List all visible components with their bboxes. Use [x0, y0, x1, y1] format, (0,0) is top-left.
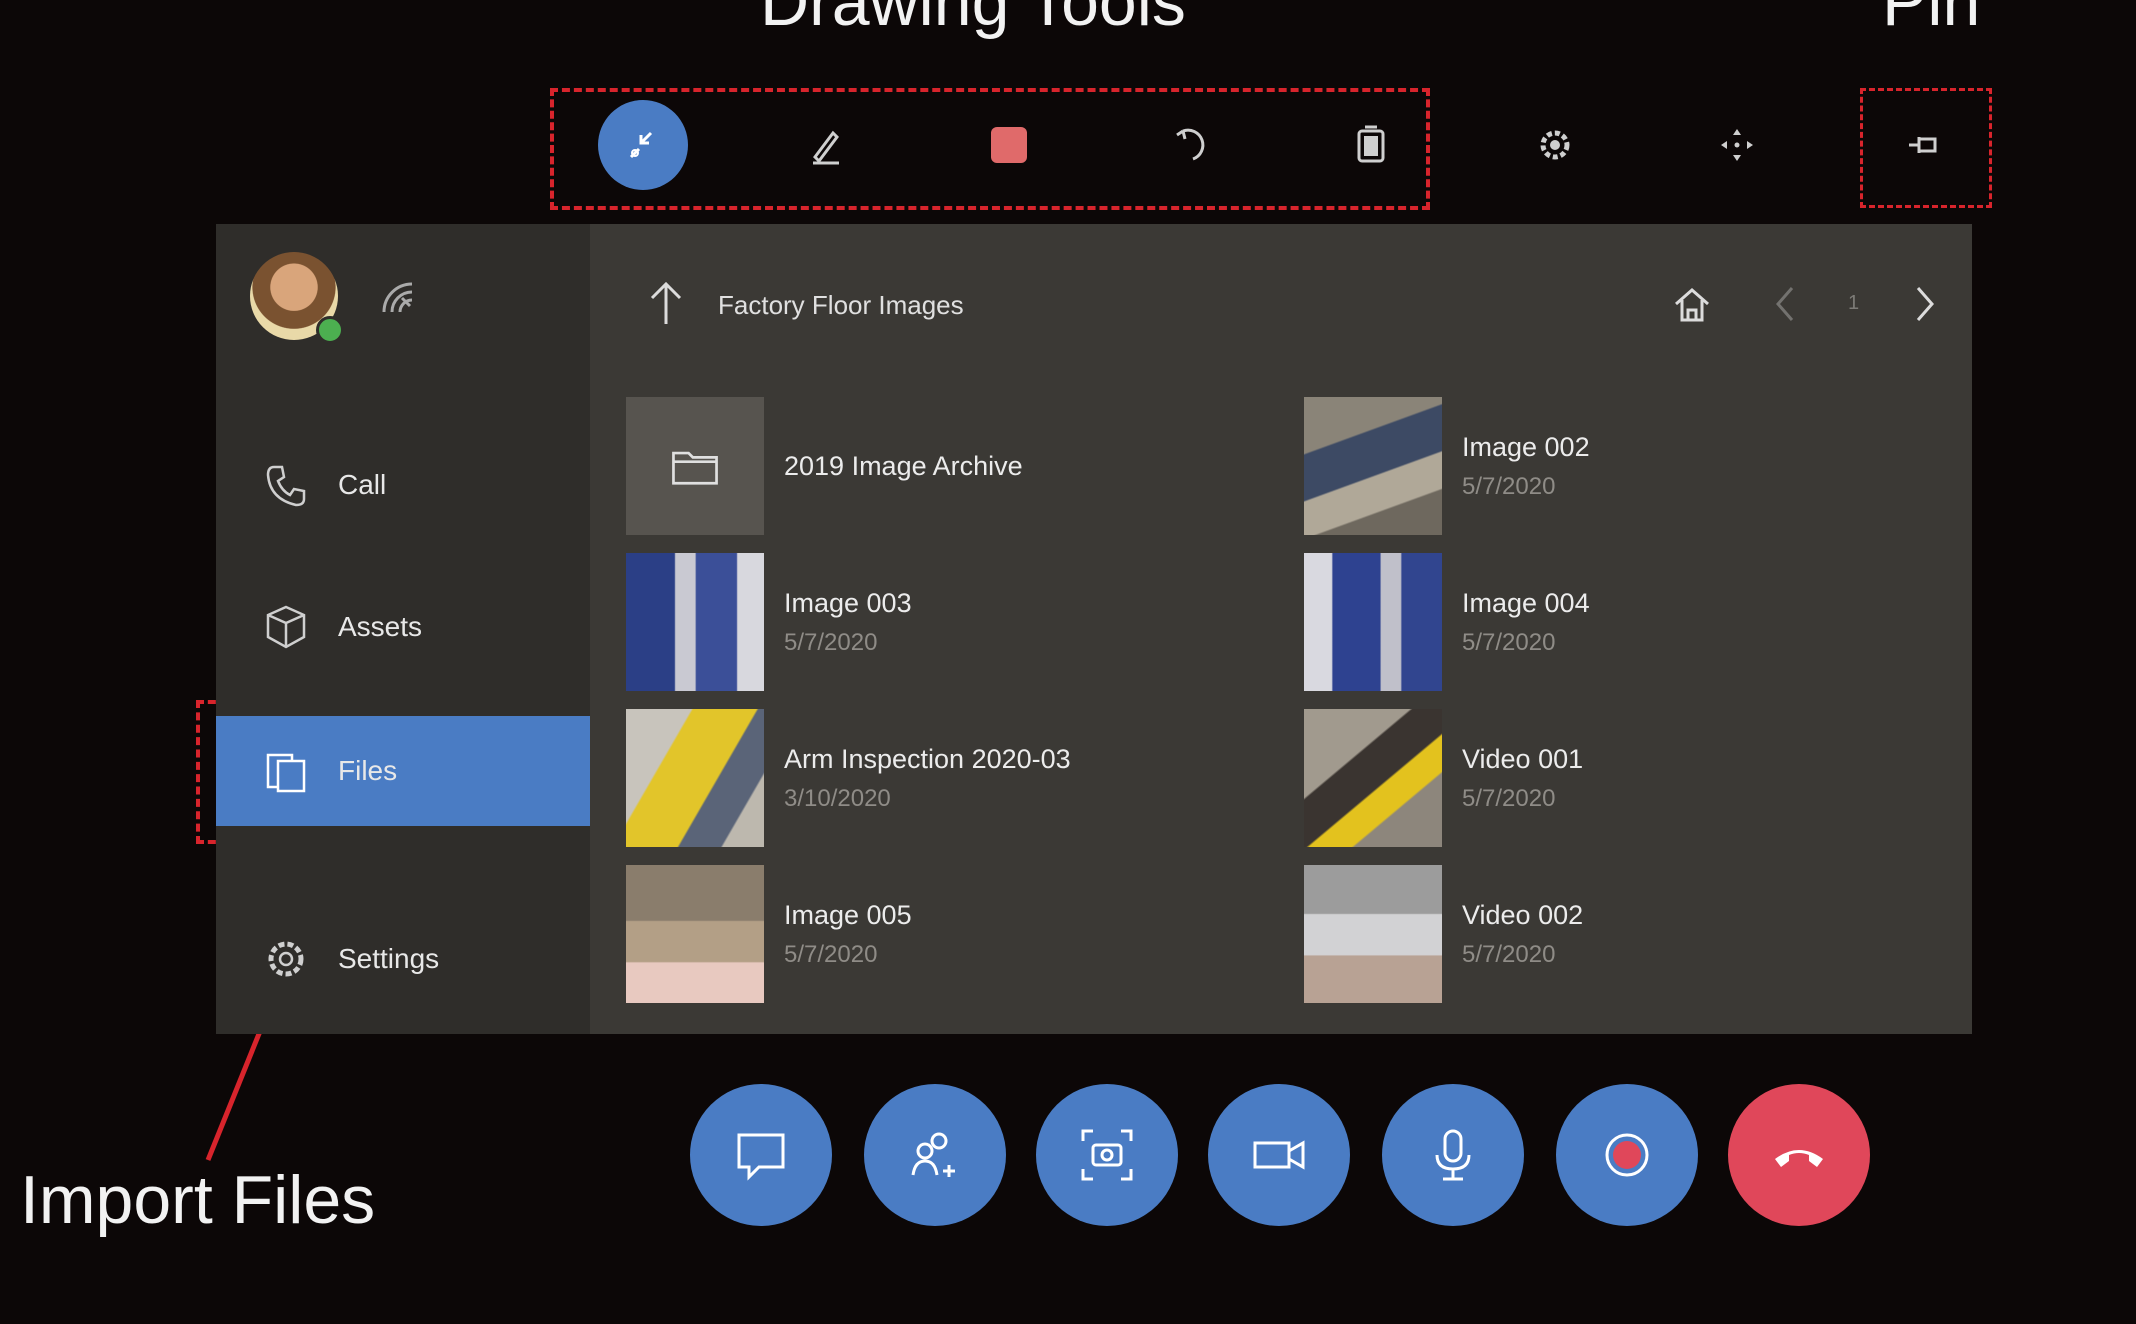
page-number: 1	[1848, 292, 1860, 314]
file-item[interactable]: Image 003 5/7/2020	[626, 552, 1246, 692]
color-swatch-icon	[991, 127, 1027, 163]
pin-annotation: Pin	[1882, 0, 1981, 40]
file-thumbnail	[1304, 553, 1442, 691]
color-tool-button[interactable]	[964, 100, 1054, 190]
end-call-icon	[1775, 1150, 1823, 1167]
file-name: Image 004	[1462, 587, 1590, 618]
file-date: 3/10/2020	[784, 784, 891, 812]
file-thumbnail	[626, 553, 764, 691]
main-panel: Call Assets Files Settings Factory Floor…	[216, 224, 1972, 1034]
chat-button[interactable]	[690, 1084, 832, 1226]
add-participant-icon	[911, 1132, 955, 1177]
undo-icon	[1176, 128, 1205, 161]
sidebar-item-label: Call	[338, 469, 387, 500]
presence-indicator	[316, 316, 344, 344]
box-icon	[260, 601, 312, 653]
collapse-arrows-icon	[629, 131, 653, 159]
file-item[interactable]: Arm Inspection 2020-03 3/10/2020	[626, 708, 1246, 848]
file-item[interactable]: Image 005 5/7/2020	[626, 864, 1246, 1004]
add-participant-button[interactable]	[864, 1084, 1006, 1226]
sidebar-item-label: Assets	[338, 611, 423, 642]
move-tool-button[interactable]	[1692, 100, 1782, 190]
pin-icon	[1909, 137, 1937, 153]
folder-thumbnail	[626, 397, 764, 535]
file-name: Image 005	[784, 899, 912, 930]
file-date: 5/7/2020	[1462, 628, 1556, 656]
snapshot-button[interactable]	[1036, 1084, 1178, 1226]
file-item[interactable]: Image 002 5/7/2020	[1304, 396, 1924, 536]
settings-tool-button[interactable]	[1510, 100, 1600, 190]
sidebar-item-settings[interactable]: Settings	[216, 904, 590, 1014]
file-name: Image 003	[784, 587, 912, 618]
pen-tool-button[interactable]	[780, 100, 870, 190]
phone-icon	[260, 459, 312, 511]
sidebar-item-files[interactable]: Files	[216, 716, 590, 826]
video-camera-icon	[1253, 1140, 1305, 1170]
delete-tool-button[interactable]	[1326, 100, 1416, 190]
file-thumbnail	[626, 709, 764, 847]
gear-icon	[260, 933, 312, 985]
move-arrows-icon	[1721, 129, 1753, 161]
files-icon	[260, 745, 312, 797]
microphone-icon	[1435, 1129, 1471, 1181]
file-thumbnail	[1304, 865, 1442, 1003]
sidebar-item-assets[interactable]: Assets	[216, 572, 590, 682]
file-date: 5/7/2020	[784, 628, 878, 656]
sidebar: Call Assets Files Settings	[216, 224, 590, 1034]
folder-item[interactable]: 2019 Image Archive	[626, 396, 1246, 536]
chat-icon	[737, 1133, 785, 1181]
file-item[interactable]: Image 004 5/7/2020	[1304, 552, 1924, 692]
file-name: Arm Inspection 2020-03	[784, 743, 1071, 774]
chevron-right-icon[interactable]	[1910, 284, 1940, 324]
file-item[interactable]: Video 001 5/7/2020	[1304, 708, 1924, 848]
undo-tool-button[interactable]	[1146, 100, 1236, 190]
file-thumbnail	[1304, 397, 1442, 535]
file-item[interactable]: Video 002 5/7/2020	[1304, 864, 1924, 1004]
file-thumbnail	[626, 865, 764, 1003]
content-header: Factory Floor Images 1	[590, 224, 1972, 344]
file-thumbnail	[1304, 709, 1442, 847]
pen-icon	[813, 130, 839, 165]
file-date: 5/7/2020	[1462, 784, 1556, 812]
collapse-tool-button[interactable]	[598, 100, 688, 190]
home-icon[interactable]	[1670, 282, 1714, 326]
end-call-button[interactable]	[1728, 1084, 1870, 1226]
import-files-annotation: Import Files	[20, 1162, 376, 1238]
file-date: 5/7/2020	[1462, 940, 1556, 968]
microphone-button[interactable]	[1382, 1084, 1524, 1226]
trash-icon	[1357, 125, 1385, 163]
folder-title: Factory Floor Images	[718, 290, 964, 320]
chevron-left-icon[interactable]	[1770, 284, 1800, 324]
record-icon	[1605, 1133, 1649, 1177]
file-name: Video 001	[1462, 743, 1584, 774]
snapshot-icon	[1081, 1129, 1133, 1181]
folder-icon	[672, 451, 718, 485]
sidebar-item-call[interactable]: Call	[216, 430, 590, 540]
video-button[interactable]	[1208, 1084, 1350, 1226]
sidebar-item-label: Settings	[338, 943, 440, 974]
file-name: Image 002	[1462, 431, 1590, 462]
file-date: 5/7/2020	[1462, 472, 1556, 500]
file-name: 2019 Image Archive	[784, 450, 1023, 481]
record-button[interactable]	[1556, 1084, 1698, 1226]
sidebar-item-label: Files	[338, 755, 398, 786]
drawing-tools-annotation: Drawing Tools	[760, 0, 1186, 40]
pin-button[interactable]	[1878, 100, 1968, 190]
file-date: 5/7/2020	[784, 940, 878, 968]
up-arrow-icon[interactable]	[644, 280, 688, 328]
signal-icon	[382, 282, 413, 313]
file-name: Video 002	[1462, 899, 1584, 930]
gear-icon	[1540, 130, 1570, 160]
